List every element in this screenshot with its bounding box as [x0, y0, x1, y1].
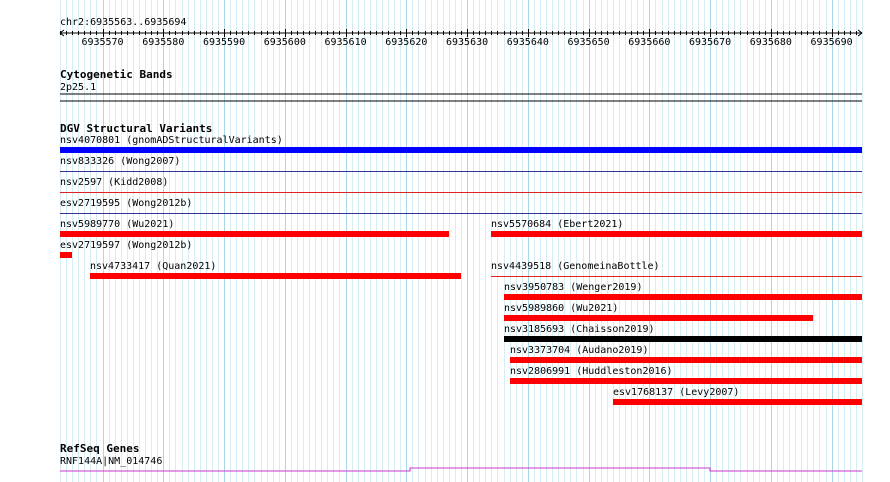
- dgv-feature-bar[interactable]: [60, 252, 72, 258]
- dgv-feature[interactable]: nsv5989860 (Wu2021): [504, 303, 813, 321]
- refseq-genes-track[interactable]: RefSeq Genes RNF144A|NM_014746: [60, 442, 862, 472]
- dgv-feature-label[interactable]: nsv2597 (Kidd2008): [60, 177, 168, 188]
- genome-browser-view[interactable]: chr2:6935563..6935694 6935570 6935580 6935…: [0, 0, 890, 482]
- dgv-feature[interactable]: nsv3373704 (Audano2019): [510, 345, 862, 363]
- dgv-feature-bar[interactable]: [613, 399, 862, 405]
- dgv-feature-label[interactable]: nsv2806991 (Huddleston2016): [510, 366, 673, 377]
- dgv-feature[interactable]: nsv2806991 (Huddleston2016): [510, 366, 862, 384]
- dgv-feature-label[interactable]: nsv4733417 (Quan2021): [90, 261, 216, 272]
- ruler-tick-label: 6935660: [628, 37, 670, 48]
- dgv-feature[interactable]: nsv833326 (Wong2007): [60, 156, 862, 172]
- ruler-track[interactable]: chr2:6935563..6935694 6935570 6935580 6935…: [59, 17, 863, 48]
- dgv-feature-bar[interactable]: [504, 336, 862, 342]
- ruler-tick-label: 6935620: [385, 37, 427, 48]
- dgv-feature[interactable]: nsv3185693 (Chaisson2019): [504, 324, 862, 342]
- dgv-feature[interactable]: esv2719595 (Wong2012b): [60, 198, 862, 214]
- dgv-feature-bar[interactable]: [491, 231, 862, 237]
- dgv-feature-bar[interactable]: [90, 273, 461, 279]
- refseq-title: RefSeq Genes: [60, 442, 139, 455]
- dgv-feature-bar[interactable]: [60, 147, 862, 153]
- dgv-feature-label[interactable]: nsv833326 (Wong2007): [60, 156, 180, 167]
- ruler-ticks: 6935570 6935580 6935590 6935600 6935610 69356…: [59, 29, 863, 48]
- dgv-feature-label[interactable]: esv1768137 (Levy2007): [613, 387, 739, 398]
- ruler-tick-label: 6935690: [811, 37, 853, 48]
- ruler-tick-label: 6935610: [324, 37, 366, 48]
- dgv-features[interactable]: nsv4070801 (gnomADStructuralVariants) nsv…: [60, 135, 862, 405]
- dgv-feature-label[interactable]: nsv3185693 (Chaisson2019): [504, 324, 655, 335]
- dgv-title: DGV Structural Variants: [60, 122, 212, 135]
- dgv-feature-label[interactable]: esv2719597 (Wong2012b): [60, 240, 192, 251]
- region-label: chr2:6935563..6935694: [60, 17, 186, 28]
- ruler-tick-label: 6935590: [203, 37, 245, 48]
- ruler-tick-label: 6935570: [81, 37, 123, 48]
- dgv-feature-label[interactable]: nsv3373704 (Audano2019): [510, 345, 648, 356]
- dgv-feature-bar[interactable]: [510, 378, 862, 384]
- dgv-feature-label[interactable]: nsv3950783 (Wenger2019): [504, 282, 642, 293]
- ruler-tick-label: 6935650: [568, 37, 610, 48]
- cytoband-label: 2p25.1: [60, 82, 96, 93]
- dgv-feature-bar[interactable]: [510, 357, 862, 363]
- ruler-tick-label: 6935630: [446, 37, 488, 48]
- cytobands-title: Cytogenetic Bands: [60, 68, 173, 81]
- dgv-feature-bar[interactable]: [504, 315, 813, 321]
- dgv-feature[interactable]: nsv5570684 (Ebert2021): [491, 219, 862, 237]
- dgv-feature[interactable]: nsv4070801 (gnomADStructuralVariants): [60, 135, 862, 153]
- dgv-feature-bar[interactable]: [504, 294, 862, 300]
- dgv-feature[interactable]: esv2719597 (Wong2012b): [60, 240, 192, 258]
- dgv-feature[interactable]: nsv3950783 (Wenger2019): [504, 282, 862, 300]
- dgv-feature-label[interactable]: nsv4070801 (gnomADStructuralVariants): [60, 135, 283, 146]
- ruler-tick-label: 6935670: [689, 37, 731, 48]
- cytogenetic-bands-track[interactable]: Cytogenetic Bands 2p25.1: [60, 68, 862, 102]
- dgv-feature-label[interactable]: esv2719595 (Wong2012b): [60, 198, 192, 209]
- dgv-structural-variants-track[interactable]: DGV Structural Variants nsv4070801 (gnom…: [60, 122, 862, 405]
- ruler-tick-label: 6935640: [507, 37, 549, 48]
- dgv-feature-label[interactable]: nsv5989770 (Wu2021): [60, 219, 174, 230]
- ruler-tick-label: 6935600: [264, 37, 306, 48]
- dgv-feature[interactable]: nsv4733417 (Quan2021): [90, 261, 461, 279]
- ruler-tick-label: 6935680: [750, 37, 792, 48]
- dgv-feature[interactable]: nsv2597 (Kidd2008): [60, 177, 862, 193]
- ruler-tick-label: 6935580: [142, 37, 184, 48]
- dgv-feature[interactable]: esv1768137 (Levy2007): [613, 387, 862, 405]
- dgv-feature-label[interactable]: nsv4439518 (GenomeinaBottle): [491, 261, 660, 272]
- dgv-feature-label[interactable]: nsv5989860 (Wu2021): [504, 303, 618, 314]
- dgv-feature-label[interactable]: nsv5570684 (Ebert2021): [491, 219, 623, 230]
- gene-feature[interactable]: [60, 467, 862, 472]
- dgv-feature-bar[interactable]: [60, 231, 449, 237]
- gene-label[interactable]: RNF144A|NM_014746: [60, 456, 162, 467]
